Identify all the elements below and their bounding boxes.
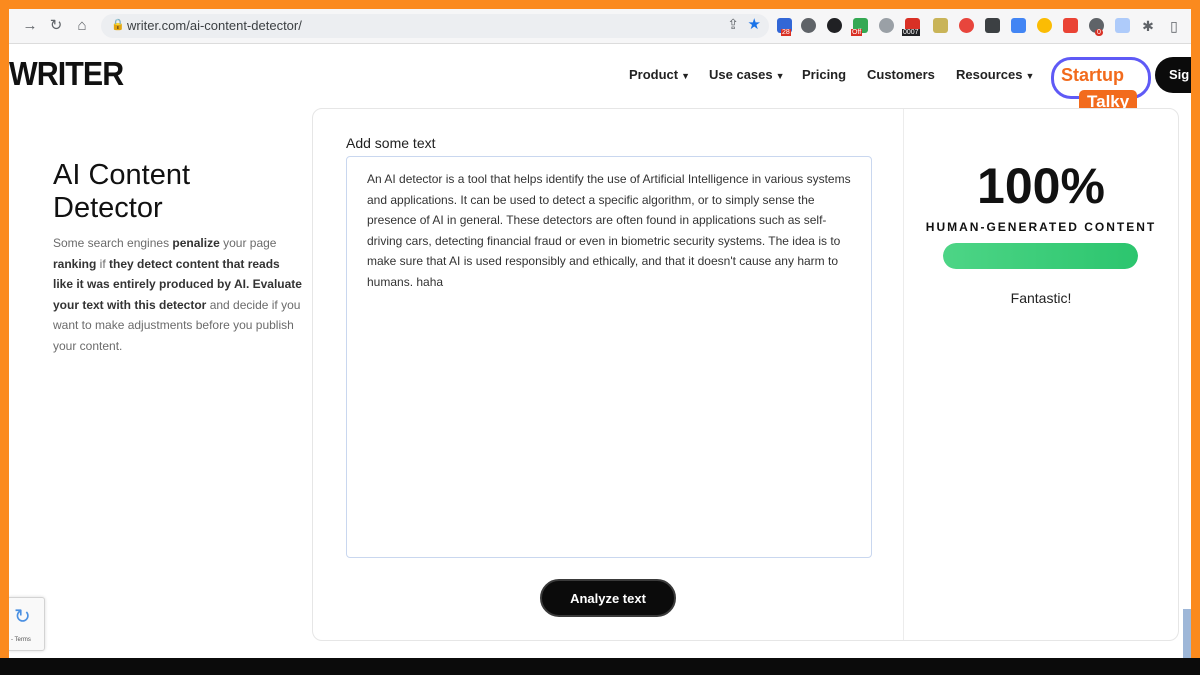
watermark-startup: Startup	[1061, 65, 1124, 85]
browser-window: → ↻ ⌂ 🔒 writer.com/ai-content-detector/ …	[9, 9, 1191, 658]
writer-logo[interactable]: WRITER	[9, 55, 124, 93]
extension-icon[interactable]	[985, 18, 1000, 33]
nav-pricing[interactable]: Pricing	[802, 67, 846, 82]
nav-product[interactable]: Product ▼	[629, 67, 690, 82]
page-description: Some search engines penalize your page r…	[53, 233, 303, 356]
extension-badge: 28	[781, 29, 791, 36]
reload-icon[interactable]: ↻	[45, 15, 67, 37]
score-progress-fill	[943, 243, 1138, 269]
desc-bold: ranking	[53, 256, 97, 271]
extension-icon[interactable]	[879, 18, 894, 33]
address-bar[interactable]: 🔒 writer.com/ai-content-detector/ ⇪ ★	[101, 14, 769, 38]
caret-down-icon: ▼	[1025, 71, 1035, 81]
analyze-text-button[interactable]: Analyze text	[540, 579, 676, 617]
caret-down-icon: ▼	[775, 71, 785, 81]
extension-icon[interactable]	[801, 18, 816, 33]
score-label: HUMAN-GENERATED CONTENT	[925, 220, 1157, 234]
score-progress-bar	[943, 243, 1138, 269]
extension-icon[interactable]	[959, 18, 974, 33]
extension-badge: 0	[1095, 29, 1103, 36]
nav-product-label: Product	[629, 67, 679, 82]
detector-card: Add some text An AI detector is a tool t…	[312, 108, 1179, 641]
desc-bold: penalize	[172, 236, 220, 250]
home-icon[interactable]: ⌂	[71, 15, 93, 37]
nav-use-cases-label: Use cases	[709, 67, 773, 82]
text-input[interactable]: An AI detector is a tool that helps iden…	[346, 156, 872, 558]
desc-text: if	[96, 256, 110, 271]
nav-customers[interactable]: Customers	[867, 67, 935, 82]
text-input-value: An AI detector is a tool that helps iden…	[367, 172, 851, 289]
nav-resources[interactable]: Resources ▼	[956, 67, 1034, 82]
extension-icon[interactable]	[827, 18, 842, 33]
extension-icon[interactable]	[1037, 18, 1052, 33]
nav-resources-label: Resources	[956, 67, 1023, 82]
desc-text: your page	[219, 236, 277, 250]
input-label: Add some text	[346, 135, 436, 151]
forward-arrow-icon[interactable]: →	[19, 15, 41, 37]
extension-icon[interactable]	[1063, 18, 1078, 33]
recaptcha-badge[interactable]: ↻ - Terms	[9, 597, 45, 651]
browser-toolbar: → ↻ ⌂ 🔒 writer.com/ai-content-detector/ …	[9, 9, 1191, 44]
scrollbar-thumb[interactable]	[1183, 609, 1191, 658]
extension-icon[interactable]	[1011, 18, 1026, 33]
desc-text: Some search engines	[53, 236, 173, 250]
bookmark-star-icon[interactable]: ★	[748, 15, 761, 33]
share-icon[interactable]: ⇪	[727, 16, 739, 33]
human-score: 100%	[977, 158, 1105, 214]
score-verdict: Fantastic!	[1010, 290, 1072, 306]
lock-icon: 🔒	[111, 19, 125, 31]
nav-use-cases[interactable]: Use cases ▼	[709, 67, 785, 82]
taskbar-edge	[0, 658, 1200, 675]
extension-badge: Off	[851, 29, 863, 36]
signup-button[interactable]: Sig	[1155, 57, 1191, 93]
recaptcha-icon: ↻	[14, 606, 31, 628]
page-title: AI Content Detector	[53, 159, 191, 224]
extension-icon[interactable]	[933, 18, 948, 33]
extension-badge: 0007	[902, 29, 920, 36]
signup-label: Sig	[1169, 67, 1190, 82]
recaptcha-terms[interactable]: - Terms	[11, 637, 31, 643]
extension-icon[interactable]	[1115, 18, 1130, 33]
analyze-text-label: Analyze text	[570, 591, 646, 606]
url-text: writer.com/ai-content-detector/	[127, 18, 302, 33]
side-panel-icon[interactable]: ▯	[1163, 15, 1185, 37]
caret-down-icon: ▼	[681, 71, 691, 81]
puzzle-icon[interactable]: ✱	[1137, 15, 1159, 37]
